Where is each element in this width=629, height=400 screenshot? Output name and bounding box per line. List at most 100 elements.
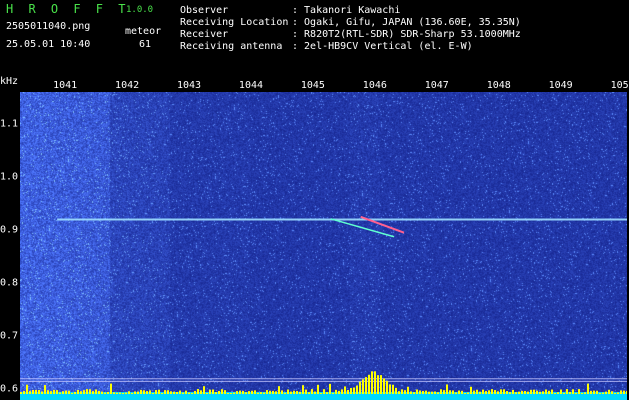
signal-strength-bar bbox=[503, 389, 505, 394]
x-tick-label: 1044 bbox=[238, 80, 264, 91]
signal-strength-bar bbox=[161, 392, 163, 394]
signal-strength-bar bbox=[236, 391, 238, 394]
signal-strength-bar bbox=[275, 391, 277, 394]
signal-strength-bar bbox=[95, 389, 97, 394]
signal-strength-bar bbox=[68, 390, 70, 394]
signal-strength-bar bbox=[329, 383, 331, 394]
signal-strength-bar bbox=[215, 392, 217, 394]
signal-strength-bar bbox=[209, 389, 211, 394]
signal-strength-bar bbox=[500, 389, 502, 394]
meteor-count: 61 bbox=[139, 39, 152, 50]
info-label-location: Receiving Location bbox=[180, 17, 289, 28]
signal-strength-bar bbox=[233, 392, 235, 394]
signal-strength-bar bbox=[44, 385, 46, 394]
signal-strength-bar bbox=[578, 389, 580, 394]
x-tick-label: 1047 bbox=[424, 80, 449, 91]
signal-strength-bar bbox=[185, 390, 187, 394]
signal-strength-bar bbox=[611, 391, 613, 394]
signal-strength-bar bbox=[53, 389, 55, 394]
signal-strength-bar bbox=[446, 384, 448, 394]
signal-strength-bar bbox=[473, 390, 475, 394]
info-label-receiver: Receiver bbox=[180, 29, 229, 40]
signal-strength-bar bbox=[98, 390, 100, 394]
x-tick-label: 1043 bbox=[176, 80, 202, 91]
signal-strength-bar bbox=[299, 391, 301, 394]
signal-strength-bar bbox=[314, 391, 316, 394]
signal-strength-bar bbox=[164, 390, 166, 394]
signal-strength-bar bbox=[332, 392, 334, 394]
signal-strength-bar bbox=[197, 389, 199, 394]
signal-strength-bar bbox=[254, 390, 256, 394]
signal-strength-bar bbox=[341, 389, 343, 394]
x-tick-label: 1046 bbox=[362, 80, 387, 91]
signal-strength-bar bbox=[569, 391, 571, 394]
signal-strength-bar bbox=[350, 388, 352, 394]
signal-strength-bar bbox=[32, 389, 34, 394]
signal-strength-bar bbox=[614, 392, 616, 394]
signal-strength-bar bbox=[77, 389, 79, 394]
signal-strength-bar bbox=[137, 391, 139, 394]
signal-strength-bar bbox=[605, 391, 607, 394]
signal-strength-bar bbox=[173, 391, 175, 394]
signal-strength-bar bbox=[320, 392, 322, 394]
app-title: H R O F F T bbox=[6, 2, 130, 16]
meteor-label: meteor bbox=[125, 26, 162, 37]
signal-strength-bar bbox=[278, 386, 280, 394]
signal-strength-bar bbox=[287, 389, 289, 394]
signal-strength-bar bbox=[533, 389, 535, 394]
signal-strength-bar bbox=[521, 390, 523, 394]
signal-strength-bar bbox=[152, 392, 154, 394]
signal-strength-bar bbox=[527, 391, 529, 394]
signal-strength-bar bbox=[263, 392, 265, 394]
signal-strength-bar bbox=[326, 392, 328, 394]
signal-strength-bar bbox=[407, 386, 409, 394]
signal-strength-bar bbox=[617, 392, 619, 394]
signal-strength-bar bbox=[440, 389, 442, 394]
signal-strength-bar bbox=[170, 391, 172, 394]
signal-strength-bar bbox=[491, 389, 493, 394]
signal-strength-bar bbox=[347, 390, 349, 394]
signal-strength-bar bbox=[581, 392, 583, 394]
signal-strength-bar bbox=[104, 392, 106, 394]
signal-strength-bar bbox=[422, 390, 424, 394]
signal-strength-bar bbox=[455, 392, 457, 394]
signal-strength-bar bbox=[416, 389, 418, 394]
meteor-echo-trace-secondary bbox=[330, 218, 395, 238]
signal-strength-bar bbox=[83, 390, 85, 394]
signal-strength-bar bbox=[431, 391, 433, 394]
info-value-location: : Ogaki, Gifu, JAPAN (136.60E, 35.35N) bbox=[292, 17, 521, 28]
signal-strength-bar bbox=[623, 390, 625, 394]
signal-strength-bar bbox=[395, 387, 397, 394]
signal-strength-bar bbox=[134, 391, 136, 394]
signal-strength-bar bbox=[146, 391, 148, 394]
signal-strength-bar bbox=[404, 390, 406, 394]
signal-strength-bar bbox=[26, 384, 28, 394]
signal-strength-bar bbox=[626, 390, 627, 394]
signal-strength-bar bbox=[119, 392, 121, 394]
signal-strength-bar bbox=[311, 389, 313, 394]
signal-strength-bar bbox=[89, 389, 91, 394]
signal-strength-bar bbox=[476, 389, 478, 394]
x-tick-label: 1048 bbox=[486, 80, 511, 91]
signal-strength-bar bbox=[35, 389, 37, 394]
signal-strength-bar bbox=[269, 390, 271, 394]
signal-strength-bar bbox=[590, 390, 592, 394]
signal-strength-bar bbox=[353, 387, 355, 394]
signal-strength-bar bbox=[188, 392, 190, 394]
y-tick-label: 1.0 bbox=[0, 171, 19, 183]
signal-strength-bar bbox=[494, 390, 496, 394]
signal-strength-bar bbox=[251, 390, 253, 394]
info-value-receiver: : R820T2(RTL-SDR) SDR-Sharp 53.1000MHz bbox=[292, 29, 521, 40]
signal-strength-bar bbox=[575, 392, 577, 394]
signal-strength-bar bbox=[437, 392, 439, 394]
signal-strength-bar bbox=[239, 390, 241, 394]
signal-strength-bar bbox=[602, 392, 604, 394]
signal-strength-bar bbox=[557, 392, 559, 394]
y-tick-label: 0.7 bbox=[0, 330, 19, 342]
signal-strength-bar bbox=[59, 392, 61, 394]
signal-strength-bar bbox=[488, 390, 490, 394]
signal-strength-bar bbox=[116, 392, 118, 394]
signal-strength-bar bbox=[356, 385, 358, 394]
signal-strength-bar bbox=[536, 390, 538, 394]
x-tick-label: 1050 bbox=[610, 80, 629, 91]
